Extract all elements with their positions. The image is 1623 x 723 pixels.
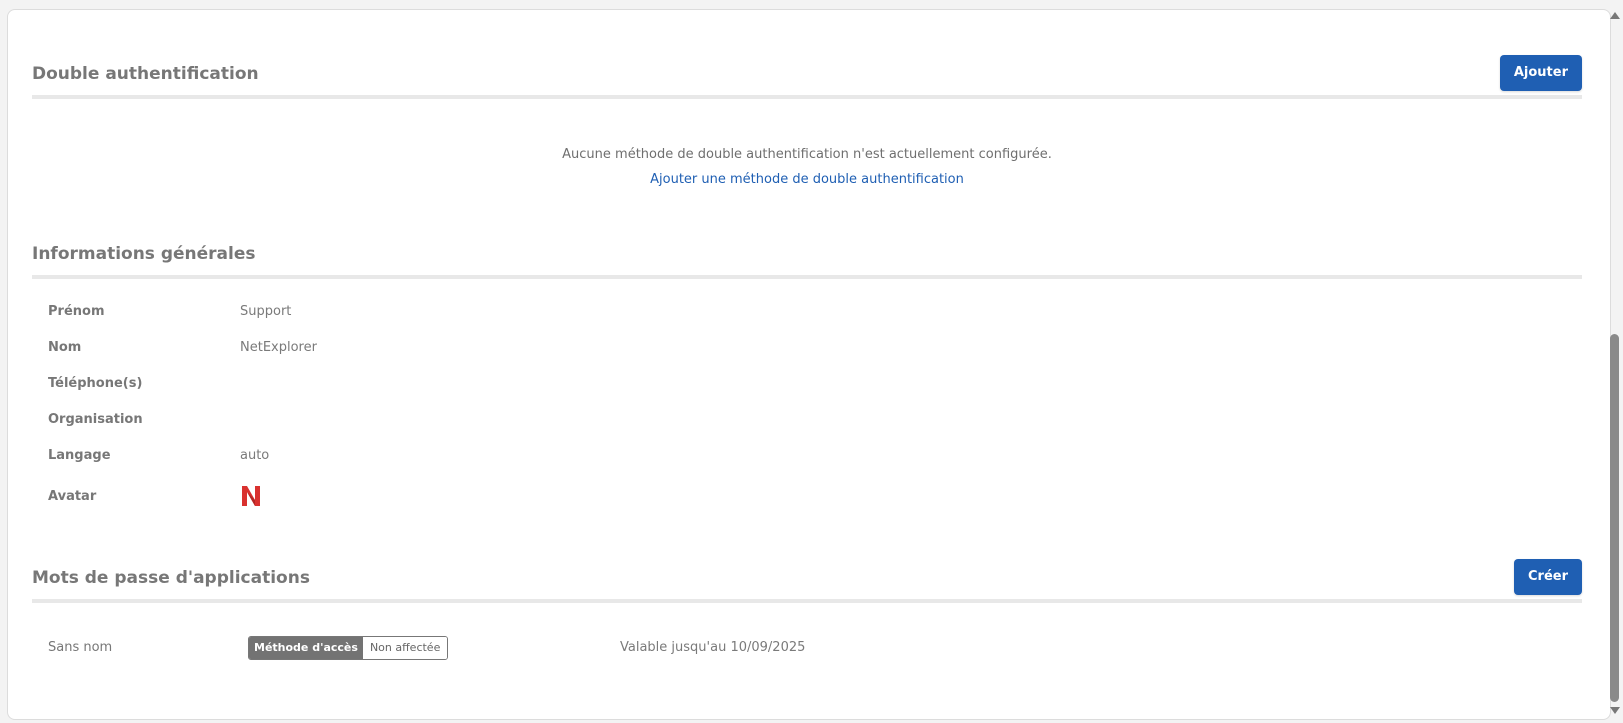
- vertical-scrollbar[interactable]: [1608, 10, 1622, 716]
- info-row-firstname: Prénom Support: [48, 304, 648, 324]
- info-row-language: Langage auto: [48, 448, 648, 468]
- general-info-header: Informations générales: [32, 232, 1582, 278]
- info-label: Nom: [48, 340, 82, 355]
- general-info-title: Informations générales: [32, 244, 256, 264]
- info-value: auto: [240, 448, 270, 463]
- app-password-name: Sans nom: [48, 640, 113, 655]
- create-app-password-button[interactable]: Créer: [1514, 559, 1582, 595]
- info-value: NetExplorer: [240, 340, 317, 355]
- info-value: Support: [240, 304, 292, 319]
- access-method-badge: Méthode d'accès Non affectée: [248, 636, 449, 660]
- section-divider: [32, 275, 1582, 279]
- badge-key: Méthode d'accès: [249, 637, 363, 659]
- info-row-phone: Téléphone(s): [48, 376, 648, 396]
- section-divider: [32, 599, 1582, 603]
- info-row-organisation: Organisation: [48, 412, 648, 432]
- info-row-lastname: Nom NetExplorer: [48, 340, 648, 360]
- info-label: Prénom: [48, 304, 105, 319]
- avatar: [240, 483, 262, 509]
- app-password-validity: Valable jusqu'au 10/09/2025: [620, 640, 806, 655]
- badge-value: Non affectée: [362, 637, 448, 659]
- info-label: Langage: [48, 448, 111, 463]
- netexplorer-logo-icon: [242, 486, 260, 506]
- section-divider: [32, 95, 1582, 99]
- add-two-factor-button[interactable]: Ajouter: [1499, 55, 1582, 91]
- info-row-avatar: Avatar: [48, 486, 648, 509]
- info-label: Téléphone(s): [48, 376, 143, 391]
- two-factor-header: Double authentification Ajouter: [32, 52, 1582, 98]
- scroll-thumb[interactable]: [1610, 334, 1619, 702]
- info-label: Avatar: [48, 489, 97, 504]
- add-two-factor-method-link[interactable]: Ajouter une méthode de double authentifi…: [32, 172, 1582, 187]
- app-passwords-title: Mots de passe d'applications: [32, 568, 310, 588]
- scroll-down-arrow-icon[interactable]: [1610, 707, 1620, 714]
- scroll-up-arrow-icon[interactable]: [1610, 12, 1620, 19]
- info-label: Organisation: [48, 412, 143, 427]
- two-factor-empty-message: Aucune méthode de double authentificatio…: [562, 147, 1052, 162]
- two-factor-title: Double authentification: [32, 64, 259, 84]
- app-passwords-header: Mots de passe d'applications Créer: [32, 556, 1582, 602]
- account-panel: Double authentification Ajouter Aucune m…: [7, 9, 1611, 720]
- app-password-row: Sans nom Méthode d'accès Non affectée Va…: [48, 636, 1548, 662]
